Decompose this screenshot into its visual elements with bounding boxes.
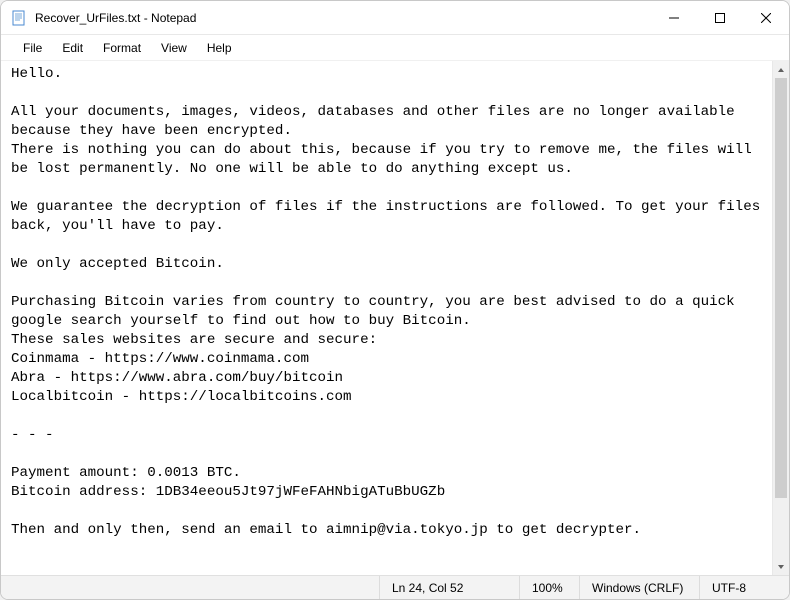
text-editor[interactable]: Hello. All your documents, images, video… xyxy=(1,61,772,575)
content-area: Hello. All your documents, images, video… xyxy=(1,61,789,575)
text-line: We guarantee the decryption of files if … xyxy=(11,198,764,236)
menu-file[interactable]: File xyxy=(13,37,52,59)
notepad-app-icon xyxy=(11,10,27,26)
menu-view[interactable]: View xyxy=(151,37,197,59)
text-line xyxy=(11,445,764,464)
text-line: Hello. xyxy=(11,65,764,84)
maximize-button[interactable] xyxy=(697,1,743,34)
text-line: There is nothing you can do about this, … xyxy=(11,141,764,179)
text-line: Localbitcoin - https://localbitcoins.com xyxy=(11,388,764,407)
scroll-down-arrow-icon[interactable] xyxy=(773,558,789,575)
text-line: Coinmama - https://www.coinmama.com xyxy=(11,350,764,369)
status-zoom: 100% xyxy=(519,576,579,599)
text-line: We only accepted Bitcoin. xyxy=(11,255,764,274)
text-line: Abra - https://www.abra.com/buy/bitcoin xyxy=(11,369,764,388)
scrollbar-thumb[interactable] xyxy=(775,78,787,498)
menu-edit[interactable]: Edit xyxy=(52,37,93,59)
text-line xyxy=(11,179,764,198)
status-encoding: UTF-8 xyxy=(699,576,789,599)
window-title: Recover_UrFiles.txt - Notepad xyxy=(35,11,651,25)
close-button[interactable] xyxy=(743,1,789,34)
minimize-button[interactable] xyxy=(651,1,697,34)
text-line: These sales websites are secure and secu… xyxy=(11,331,764,350)
scroll-up-arrow-icon[interactable] xyxy=(773,61,789,78)
text-line xyxy=(11,236,764,255)
titlebar[interactable]: Recover_UrFiles.txt - Notepad xyxy=(1,1,789,35)
menu-format[interactable]: Format xyxy=(93,37,151,59)
text-line xyxy=(11,502,764,521)
text-line xyxy=(11,559,764,575)
status-cursor-position: Ln 24, Col 52 xyxy=(379,576,519,599)
statusbar: Ln 24, Col 52 100% Windows (CRLF) UTF-8 xyxy=(1,575,789,599)
text-line: Purchasing Bitcoin varies from country t… xyxy=(11,293,764,331)
text-line: Bitcoin address: 1DB34eeou5Jt97jWFeFAHNb… xyxy=(11,483,764,502)
text-line xyxy=(11,84,764,103)
notepad-window: Recover_UrFiles.txt - Notepad File Edit … xyxy=(0,0,790,600)
text-line xyxy=(11,407,764,426)
text-line: All your documents, images, videos, data… xyxy=(11,103,764,141)
vertical-scrollbar[interactable] xyxy=(772,61,789,575)
text-line: - - - xyxy=(11,426,764,445)
status-line-ending: Windows (CRLF) xyxy=(579,576,699,599)
text-line: Then and only then, send an email to aim… xyxy=(11,521,764,540)
text-line: Payment amount: 0.0013 BTC. xyxy=(11,464,764,483)
menubar: File Edit Format View Help xyxy=(1,35,789,61)
text-line xyxy=(11,540,764,559)
window-controls xyxy=(651,1,789,34)
text-line xyxy=(11,274,764,293)
menu-help[interactable]: Help xyxy=(197,37,242,59)
